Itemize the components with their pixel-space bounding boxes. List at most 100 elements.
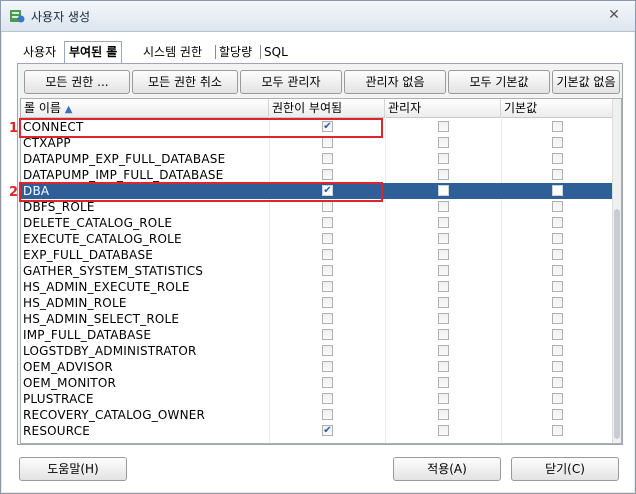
granted-checkbox[interactable]	[322, 361, 333, 372]
granted-checkbox[interactable]	[322, 249, 333, 260]
granted-checkbox[interactable]	[322, 409, 333, 420]
scrollbar-thumb[interactable]	[614, 209, 620, 439]
admin-checkbox[interactable]	[438, 121, 449, 132]
default-checkbox[interactable]	[552, 249, 563, 260]
admin-checkbox[interactable]	[438, 281, 449, 292]
tab-system-privileges[interactable]: 시스템 권한	[139, 43, 206, 61]
column-header-granted[interactable]: 권한이 부여됨	[269, 99, 385, 117]
role-name-cell: GATHER_SYSTEM_STATISTICS	[23, 264, 204, 278]
table-row[interactable]: EXP_FULL_DATABASE	[21, 247, 613, 263]
granted-checkbox[interactable]	[322, 137, 333, 148]
tab-user[interactable]: 사용자	[19, 43, 60, 61]
revoke-all-button[interactable]: 모든 권한 취소	[132, 70, 238, 94]
table-row[interactable]: OEM_ADVISOR	[21, 359, 613, 375]
tab-sql[interactable]: SQL	[260, 43, 292, 61]
default-checkbox[interactable]	[552, 377, 563, 388]
callout-number-1: 1	[9, 121, 19, 136]
close-icon[interactable]: ✕	[605, 7, 623, 23]
default-checkbox[interactable]	[552, 137, 563, 148]
granted-checkbox[interactable]	[322, 313, 333, 324]
column-header-role-name[interactable]: 롤 이름 ▲	[21, 99, 269, 117]
granted-checkbox[interactable]	[322, 233, 333, 244]
create-user-dialog: 사용자 생성 ✕ 사용자 부여된 롤 시스템 권한 할당량 SQL 모든 권한 …	[0, 0, 636, 494]
column-header-default[interactable]: 기본값	[501, 99, 613, 117]
table-row[interactable]: EXECUTE_CATALOG_ROLE	[21, 231, 613, 247]
admin-checkbox[interactable]	[438, 409, 449, 420]
default-checkbox[interactable]	[552, 393, 563, 404]
default-checkbox[interactable]	[552, 265, 563, 276]
default-checkbox[interactable]	[552, 201, 563, 212]
admin-checkbox[interactable]	[438, 137, 449, 148]
admin-checkbox[interactable]	[438, 425, 449, 436]
default-checkbox[interactable]	[552, 297, 563, 308]
default-checkbox[interactable]	[552, 409, 563, 420]
default-checkbox[interactable]	[552, 169, 563, 180]
admin-checkbox[interactable]	[438, 233, 449, 244]
granted-checkbox[interactable]	[322, 329, 333, 340]
table-row[interactable]: DATAPUMP_EXP_FULL_DATABASE	[21, 151, 613, 167]
grant-all-button[interactable]: 모든 권한 ...	[24, 70, 130, 94]
granted-checkbox[interactable]: ✔	[322, 425, 333, 436]
table-row[interactable]: LOGSTDBY_ADMINISTRATOR	[21, 343, 613, 359]
table-row[interactable]: HS_ADMIN_EXECUTE_ROLE	[21, 279, 613, 295]
title-bar[interactable]: 사용자 생성 ✕	[1, 1, 635, 32]
admin-none-button[interactable]: 관리자 없음	[344, 70, 446, 94]
granted-checkbox[interactable]	[322, 345, 333, 356]
admin-checkbox[interactable]	[438, 393, 449, 404]
admin-checkbox[interactable]	[438, 377, 449, 388]
table-row[interactable]: OEM_MONITOR	[21, 375, 613, 391]
vertical-scrollbar[interactable]	[612, 99, 621, 443]
table-row[interactable]: RESOURCE ✔	[21, 423, 613, 439]
admin-checkbox[interactable]	[438, 169, 449, 180]
table-row[interactable]: RECOVERY_CATALOG_OWNER	[21, 407, 613, 423]
default-checkbox[interactable]	[552, 345, 563, 356]
default-checkbox[interactable]	[552, 217, 563, 228]
default-checkbox[interactable]	[552, 425, 563, 436]
granted-checkbox[interactable]	[322, 153, 333, 164]
admin-checkbox[interactable]	[438, 361, 449, 372]
table-row[interactable]: IMP_FULL_DATABASE	[21, 327, 613, 343]
granted-checkbox[interactable]	[322, 217, 333, 228]
admin-checkbox[interactable]	[438, 265, 449, 276]
admin-checkbox[interactable]	[438, 249, 449, 260]
close-button[interactable]: 닫기(C)	[511, 457, 619, 481]
table-row[interactable]: DELETE_CATALOG_ROLE	[21, 215, 613, 231]
granted-checkbox[interactable]	[322, 281, 333, 292]
admin-checkbox[interactable]	[438, 297, 449, 308]
table-row[interactable]: PLUSTRACE	[21, 391, 613, 407]
default-checkbox[interactable]	[552, 233, 563, 244]
admin-checkbox[interactable]	[438, 345, 449, 356]
admin-checkbox[interactable]	[438, 329, 449, 340]
table-row[interactable]: DATAPUMP_IMP_FULL_DATABASE	[21, 167, 613, 183]
table-row[interactable]: GATHER_SYSTEM_STATISTICS	[21, 263, 613, 279]
table-row[interactable]: HS_ADMIN_ROLE	[21, 295, 613, 311]
default-all-button[interactable]: 모두 기본값	[448, 70, 550, 94]
granted-checkbox[interactable]	[322, 169, 333, 180]
admin-all-button[interactable]: 모두 관리자	[240, 70, 342, 94]
default-none-button[interactable]: 기본값 없음	[552, 70, 620, 94]
tab-granted-roles[interactable]: 부여된 롤	[64, 41, 123, 63]
default-checkbox[interactable]	[552, 121, 563, 132]
granted-checkbox[interactable]	[322, 265, 333, 276]
admin-checkbox[interactable]	[438, 153, 449, 164]
granted-checkbox[interactable]	[322, 377, 333, 388]
default-checkbox[interactable]	[552, 329, 563, 340]
admin-checkbox[interactable]	[438, 185, 449, 196]
admin-checkbox[interactable]	[438, 217, 449, 228]
admin-checkbox[interactable]	[438, 201, 449, 212]
apply-button[interactable]: 적용(A)	[393, 457, 501, 481]
tab-quotas[interactable]: 할당량	[215, 43, 256, 61]
admin-checkbox[interactable]	[438, 313, 449, 324]
granted-checkbox[interactable]	[322, 297, 333, 308]
database-user-icon	[10, 10, 25, 23]
help-button[interactable]: 도움말(H)	[19, 457, 127, 481]
default-checkbox[interactable]	[552, 153, 563, 164]
table-row[interactable]: HS_ADMIN_SELECT_ROLE	[21, 311, 613, 327]
default-checkbox[interactable]	[552, 361, 563, 372]
column-header-admin[interactable]: 관리자	[385, 99, 501, 117]
default-checkbox[interactable]	[552, 281, 563, 292]
default-checkbox[interactable]	[552, 185, 563, 196]
granted-checkbox[interactable]	[322, 201, 333, 212]
granted-checkbox[interactable]	[322, 393, 333, 404]
default-checkbox[interactable]	[552, 313, 563, 324]
